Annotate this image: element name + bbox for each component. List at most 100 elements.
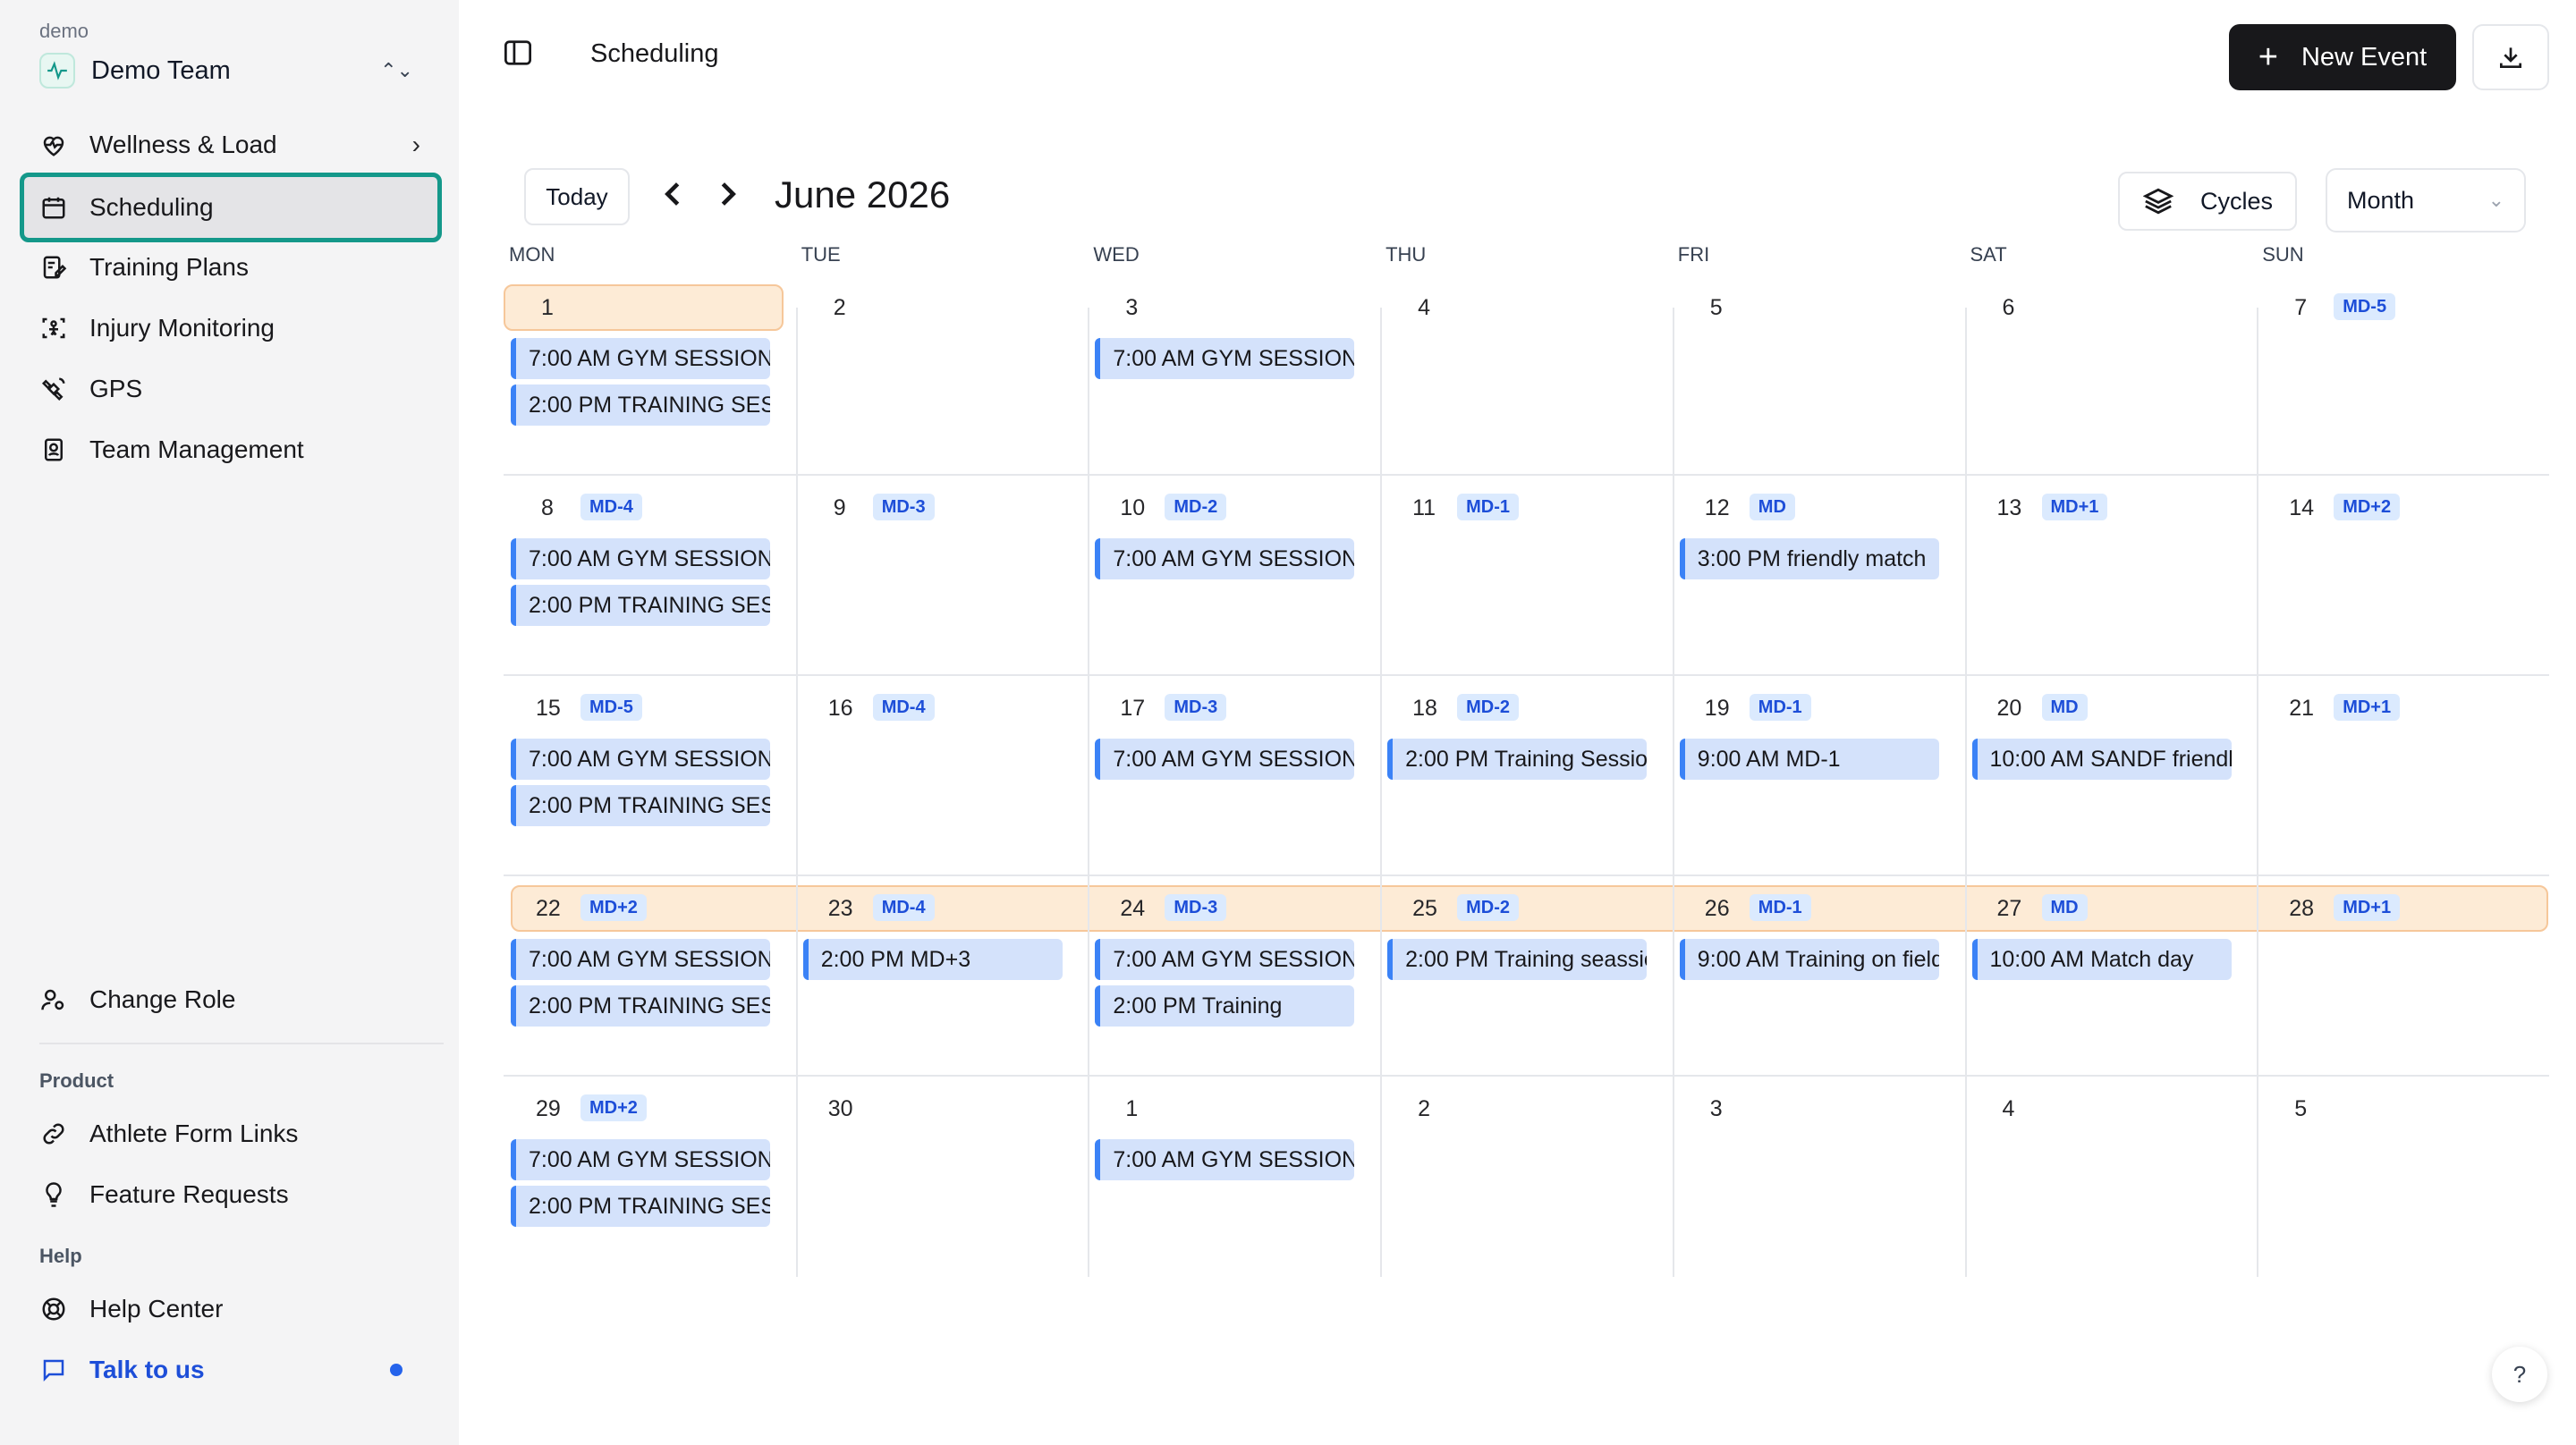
sidebar-item-gps[interactable]: GPS — [20, 360, 440, 418]
day-cell[interactable]: 18 MD-2 2:00 PM Training Session — [1380, 676, 1673, 875]
day-number: 16 — [827, 696, 853, 721]
day-cell[interactable]: 14 MD+2 — [2257, 476, 2549, 674]
day-number: 21 — [2289, 696, 2314, 721]
day-cell[interactable]: 28 MD+1 — [2257, 876, 2549, 1075]
day-cell[interactable]: 7 MD-5 — [2257, 275, 2549, 474]
day-cell[interactable]: 2 — [796, 275, 1089, 474]
new-event-button[interactable]: + New Event — [2229, 24, 2456, 90]
day-cell[interactable]: 27 MD 10:00 AM Match day — [1965, 876, 2258, 1075]
sidebar-item-feature-requests[interactable]: Feature Requests — [20, 1166, 440, 1223]
calendar-event[interactable]: 7:00 AM GYM SESSION — [511, 338, 770, 379]
day-number: 4 — [1418, 295, 1430, 320]
calendar-event[interactable]: 10:00 AM SANDF friendly — [1971, 739, 2232, 780]
day-cell[interactable]: 5 — [1673, 275, 1965, 474]
day-cell[interactable]: 21 MD+1 — [2257, 676, 2549, 875]
help-button[interactable]: ? — [2492, 1347, 2547, 1402]
day-cell[interactable]: 1 7:00 AM GYM SESSION — [1088, 1077, 1380, 1277]
day-number: 29 — [536, 1096, 561, 1121]
calendar-event[interactable]: 2:00 PM TRAINING SESSION — [511, 785, 770, 826]
day-cell[interactable]: 8 MD-4 7:00 AM GYM SESSION 2:00 PM TRAINING… — [504, 476, 796, 674]
sidebar-item-team-management[interactable]: Team Management — [20, 421, 440, 478]
calendar-event[interactable]: 7:00 AM GYM SESSION — [511, 1139, 770, 1180]
toggle-sidebar-icon[interactable] — [503, 39, 535, 68]
calendar-event[interactable]: 7:00 AM GYM SESSION — [511, 538, 770, 579]
day-cell[interactable]: 3 — [1673, 1077, 1965, 1277]
day-cell[interactable]: 19 MD-1 9:00 AM MD-1 — [1673, 676, 1965, 875]
sidebar-item-training-plans[interactable]: Training Plans — [20, 239, 440, 296]
day-number: 7 — [2294, 295, 2308, 320]
calendar-event[interactable]: 9:00 AM MD-1 — [1679, 739, 1939, 780]
change-role-button[interactable]: Change Role — [20, 971, 440, 1028]
sidebar-item-athlete-form-links[interactable]: Athlete Form Links — [20, 1105, 440, 1162]
today-button[interactable]: Today — [524, 168, 630, 225]
calendar-event[interactable]: 2:00 PM TRAINING SESSION — [511, 1186, 770, 1227]
day-cell[interactable]: 17 MD-3 7:00 AM GYM SESSION — [1088, 676, 1380, 875]
day-cell[interactable]: 29 MD+2 7:00 AM GYM SESSION 2:00 PM TRAININ… — [504, 1077, 796, 1277]
calendar-event[interactable]: 2:00 PM Training Session — [1387, 739, 1648, 780]
day-number: 12 — [1704, 495, 1730, 520]
day-cell[interactable]: 11 MD-1 — [1380, 476, 1673, 674]
match-day-badge: MD+2 — [2334, 494, 2401, 520]
match-day-badge: MD-3 — [872, 494, 935, 520]
day-cell[interactable]: 22 MD+2 7:00 AM GYM SESSION 2:00 PM TRAININ… — [504, 876, 796, 1075]
calendar-event[interactable]: 7:00 AM GYM SESSION — [511, 739, 770, 780]
day-cell[interactable]: 23 MD-4 2:00 PM MD+3 — [796, 876, 1089, 1075]
weekday-label: MON — [509, 243, 555, 266]
day-cell[interactable]: 4 — [1380, 275, 1673, 474]
day-cell[interactable]: 15 MD-5 7:00 AM GYM SESSION 2:00 PM TRAININ… — [504, 676, 796, 875]
day-cell[interactable]: 13 MD+1 — [1965, 476, 2258, 674]
calendar-event[interactable]: 2:00 PM Training — [1095, 985, 1355, 1027]
calendar-event[interactable]: 7:00 AM GYM SESSION — [1095, 338, 1355, 379]
calendar-event[interactable]: 3:00 PM friendly match — [1679, 538, 1939, 579]
calendar-event[interactable]: 2:00 PM TRAINING SESSION — [511, 585, 770, 626]
match-day-badge: MD — [1749, 494, 1795, 520]
view-select[interactable]: Month ⌄ — [2326, 168, 2526, 232]
calendar-event[interactable]: 2:00 PM TRAINING SESSION — [511, 985, 770, 1027]
day-cell[interactable]: 1 7:00 AM GYM SESSION 2:00 PM TRAINING SES… — [504, 275, 796, 474]
talk-to-us-button[interactable]: Talk to us — [20, 1341, 440, 1399]
team-switcher[interactable]: Demo Team ⌃⌄ — [20, 45, 433, 97]
day-number: 1 — [1125, 1096, 1139, 1121]
sidebar-item-scheduling[interactable]: Scheduling — [20, 173, 442, 242]
next-month-button[interactable] — [717, 181, 739, 215]
calendar-event[interactable]: 2:00 PM TRAINING SESSION — [511, 384, 770, 426]
day-number: 15 — [536, 696, 561, 721]
calendar-event[interactable]: 10:00 AM Match day — [1971, 939, 2232, 980]
day-cell[interactable]: 4 — [1965, 1077, 2258, 1277]
day-cell[interactable]: 24 MD-3 7:00 AM GYM SESSION 2:00 PM Trainin… — [1088, 876, 1380, 1075]
calendar-event[interactable]: 7:00 AM GYM SESSION — [1095, 939, 1355, 980]
day-cell[interactable]: 5 — [2257, 1077, 2549, 1277]
day-cell[interactable]: 2 — [1380, 1077, 1673, 1277]
day-number: 1 — [541, 295, 554, 320]
calendar-event[interactable]: 7:00 AM GYM SESSION — [1095, 739, 1355, 780]
section-label-product: Product — [39, 1069, 114, 1092]
day-cell[interactable]: 3 7:00 AM GYM SESSION — [1088, 275, 1380, 474]
calendar-event[interactable]: 2:00 PM Training seassion — [1387, 939, 1648, 980]
sidebar-item-wellness-load[interactable]: Wellness & Load › — [20, 116, 440, 173]
calendar-event[interactable]: 7:00 AM GYM SESSION — [511, 939, 770, 980]
lifebuoy-icon — [39, 1295, 68, 1323]
calendar-event[interactable]: 7:00 AM GYM SESSION — [1095, 1139, 1355, 1180]
previous-month-button[interactable] — [662, 181, 683, 215]
sidebar-item-injury-monitoring[interactable]: Injury Monitoring — [20, 300, 440, 357]
calendar-event[interactable]: 2:00 PM MD+3 — [802, 939, 1063, 980]
day-cell[interactable]: 9 MD-3 — [796, 476, 1089, 674]
sidebar-item-help-center[interactable]: Help Center — [20, 1280, 440, 1338]
day-cell[interactable]: 20 MD 10:00 AM SANDF friendly — [1965, 676, 2258, 875]
sidebar-item-label: Wellness & Load — [89, 131, 277, 158]
calendar-event[interactable]: 9:00 AM Training on field — [1679, 939, 1939, 980]
clipboard-edit-icon — [39, 253, 68, 282]
day-number: 23 — [827, 896, 853, 921]
cycles-button[interactable]: Cycles — [2118, 172, 2297, 231]
day-cell[interactable]: 6 — [1965, 275, 2258, 474]
day-cell[interactable]: 16 MD-4 — [796, 676, 1089, 875]
download-button[interactable] — [2472, 24, 2549, 90]
day-cell[interactable]: 26 MD-1 9:00 AM Training on field — [1673, 876, 1965, 1075]
day-number: 6 — [2002, 295, 2015, 320]
calendar-event[interactable]: 7:00 AM GYM SESSION — [1095, 538, 1355, 579]
day-cell[interactable]: 30 — [796, 1077, 1089, 1277]
day-cell[interactable]: 12 MD 3:00 PM friendly match — [1673, 476, 1965, 674]
day-cell[interactable]: 25 MD-2 2:00 PM Training seassion — [1380, 876, 1673, 1075]
chat-bubble-icon — [39, 1356, 68, 1384]
day-cell[interactable]: 10 MD-2 7:00 AM GYM SESSION — [1088, 476, 1380, 674]
